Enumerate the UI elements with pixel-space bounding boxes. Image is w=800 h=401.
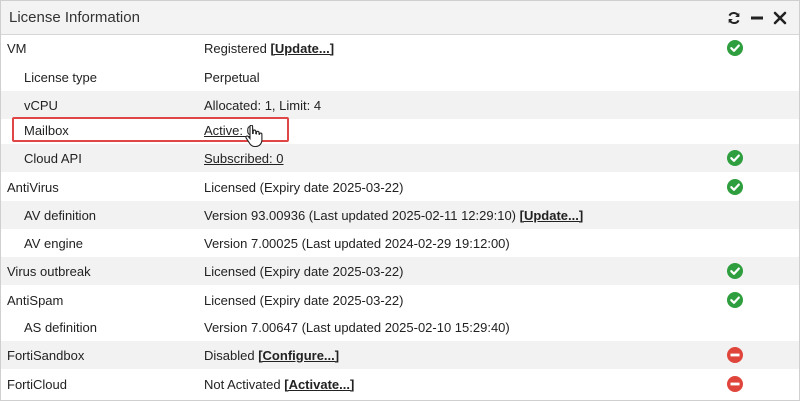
minimize-icon[interactable]	[750, 11, 764, 25]
row-label: AntiSpam	[7, 292, 64, 308]
row-label: License type	[24, 69, 97, 85]
license-row-mailbox: Mailbox Active: 0	[1, 116, 799, 144]
check-icon	[727, 150, 743, 166]
row-value: Version 7.00025 (Last updated 2024-02-29…	[204, 235, 510, 251]
row-label: FortiSandbox	[7, 347, 85, 363]
license-row-fortisandbox: FortiSandbox Disabled [Configure...]	[1, 341, 799, 369]
update-link[interactable]: [Update...]	[520, 208, 584, 223]
close-icon[interactable]	[773, 11, 787, 25]
license-row-forticloud: FortiCloud Not Activated [Activate...]	[1, 370, 799, 398]
disabled-icon	[727, 376, 743, 392]
row-value: Licensed (Expiry date 2025-03-22)	[204, 179, 404, 195]
license-row-antispam: AntiSpam Licensed (Expiry date 2025-03-2…	[1, 286, 799, 314]
row-label: Mailbox	[24, 122, 69, 138]
row-value: Licensed (Expiry date 2025-03-22)	[204, 263, 404, 279]
row-label: AV engine	[24, 235, 84, 251]
license-row-as-definition: AS definition Version 7.00647 (Last upda…	[1, 313, 799, 341]
row-label: Virus outbreak	[7, 263, 91, 279]
mailbox-active-link[interactable]: Active: 0	[204, 123, 254, 138]
row-value: Not Activated [Activate...]	[204, 376, 355, 392]
row-label: AntiVirus	[7, 179, 59, 195]
license-information-panel: License Information VM Registered [Updat…	[0, 0, 800, 401]
row-label: Cloud API	[24, 150, 82, 166]
row-value: Licensed (Expiry date 2025-03-22)	[204, 292, 404, 308]
row-label: vCPU	[24, 97, 58, 113]
row-value: Perpetual	[204, 69, 260, 85]
license-row-av-definition: AV definition Version 93.00936 (Last upd…	[1, 201, 799, 229]
activate-link[interactable]: [Activate...]	[284, 377, 354, 392]
check-icon	[727, 40, 743, 56]
cloud-api-subscribed-link[interactable]: Subscribed: 0	[204, 151, 284, 166]
refresh-icon[interactable]	[727, 11, 741, 25]
row-label: AS definition	[24, 319, 97, 335]
update-link[interactable]: [Update...]	[271, 41, 335, 56]
panel-controls	[727, 11, 787, 25]
row-value: Version 7.00647 (Last updated 2025-02-10…	[204, 319, 510, 335]
check-icon	[727, 292, 743, 308]
license-row-virus-outbreak: Virus outbreak Licensed (Expiry date 202…	[1, 257, 799, 285]
row-value: Disabled [Configure...]	[204, 347, 340, 363]
row-value: Allocated: 1, Limit: 4	[204, 97, 322, 113]
license-row-vcpu: vCPU Allocated: 1, Limit: 4	[1, 91, 799, 119]
configure-link[interactable]: [Configure...]	[258, 348, 339, 363]
check-icon	[727, 263, 743, 279]
panel-header: License Information	[1, 1, 799, 35]
panel-title: License Information	[9, 9, 140, 26]
license-row-vm: VM Registered [Update...]	[1, 34, 799, 62]
license-row-license-type: License type Perpetual	[1, 63, 799, 91]
license-row-av-engine: AV engine Version 7.00025 (Last updated …	[1, 229, 799, 257]
license-row-antivirus: AntiVirus Licensed (Expiry date 2025-03-…	[1, 173, 799, 201]
row-label: VM	[7, 40, 27, 56]
row-label: FortiCloud	[7, 376, 67, 392]
check-icon	[727, 179, 743, 195]
disabled-icon	[727, 347, 743, 363]
license-row-cloud-api: Cloud API Subscribed: 0	[1, 144, 799, 172]
row-value: Registered [Update...]	[204, 40, 335, 56]
row-value: Version 93.00936 (Last updated 2025-02-1…	[204, 207, 584, 223]
row-label: AV definition	[24, 207, 97, 223]
